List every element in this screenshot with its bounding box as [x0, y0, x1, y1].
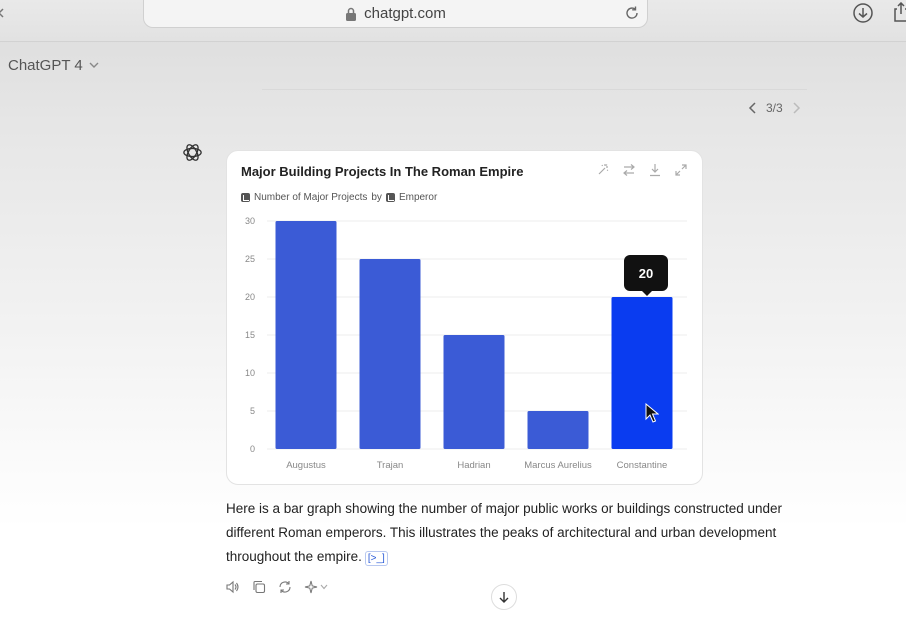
chart-subtitle: Number of Major Projects by Emperor: [241, 192, 437, 203]
read-aloud-icon[interactable]: [226, 580, 240, 594]
x-tick-label: Augustus: [286, 460, 326, 471]
copy-icon[interactable]: [252, 580, 266, 594]
subtitle-measure: Number of Major Projects: [254, 192, 368, 203]
x-tick-label: Constantine: [617, 460, 668, 471]
subtitle-dimension: Emperor: [398, 192, 438, 203]
model-selector[interactable]: ChatGPT 4: [8, 57, 99, 74]
message-actions: [226, 580, 328, 594]
y-tick-label: 30: [245, 216, 255, 226]
subtitle-by: by: [371, 192, 382, 203]
url-text: chatgpt.com: [364, 5, 446, 22]
y-tick-label: 10: [245, 368, 255, 378]
assistant-message: Here is a bar graph showing the number o…: [226, 497, 796, 569]
chevron-down-icon: [89, 62, 99, 68]
sparkle-icon[interactable]: [304, 580, 318, 594]
bar-marcus-aurelius[interactable]: [527, 411, 589, 449]
bar-chart: 0 5 10 15 20 25 30 Augustus Trajan Hadrian Marcus …: [245, 216, 687, 471]
regenerate-icon[interactable]: [278, 580, 292, 594]
y-tick-label: 15: [245, 330, 255, 340]
download-chart-icon[interactable]: [648, 163, 662, 177]
chevron-down-icon[interactable]: [320, 584, 328, 590]
bar-constantine[interactable]: [611, 297, 673, 449]
chart-toolbar: [596, 163, 688, 177]
bar-trajan[interactable]: [359, 259, 421, 449]
y-tick-label: 0: [250, 444, 255, 454]
back-icon[interactable]: [0, 8, 4, 18]
magic-wand-icon[interactable]: [596, 163, 610, 177]
x-tick-label: Trajan: [377, 460, 404, 471]
expand-icon[interactable]: [674, 163, 688, 177]
pager-label: 3/3: [766, 101, 783, 115]
chart-title: Major Building Projects In The Roman Emp…: [241, 164, 524, 179]
chatgpt-logo-icon: [183, 144, 202, 161]
bar-hadrian[interactable]: [443, 335, 505, 449]
x-tick-label: Hadrian: [457, 460, 490, 471]
code-citation[interactable]: [>_]: [364, 551, 388, 566]
lock-icon: [346, 7, 357, 21]
reload-icon[interactable]: [623, 4, 641, 22]
chevron-right-icon[interactable]: [791, 102, 801, 114]
bar-augustus[interactable]: [275, 221, 337, 449]
bar-tooltip: 20: [624, 255, 668, 296]
download-icon[interactable]: [852, 2, 874, 24]
chevron-left-icon[interactable]: [748, 102, 758, 114]
browser-top-bar: chatgpt.com: [0, 0, 906, 42]
divider: [262, 89, 807, 90]
response-pager: 3/3: [748, 101, 801, 115]
share-icon[interactable]: [894, 2, 906, 22]
model-label: ChatGPT 4: [8, 57, 83, 74]
switch-icon[interactable]: [622, 163, 636, 177]
chart-card: Major Building Projects In The Roman Emp…: [226, 150, 703, 485]
answer-text: Here is a bar graph showing the number o…: [226, 501, 783, 564]
dimension-chip-icon: [385, 193, 395, 202]
y-tick-label: 20: [245, 292, 255, 302]
x-tick-label: Marcus Aurelius: [524, 460, 592, 471]
y-tick-label: 25: [245, 254, 255, 264]
scroll-down-button[interactable]: [491, 584, 517, 610]
address-bar[interactable]: chatgpt.com: [143, 0, 648, 28]
arrow-down-icon: [499, 592, 509, 603]
y-tick-label: 5: [250, 406, 255, 416]
measure-chip-icon: [241, 193, 250, 202]
mouse-cursor-icon: [645, 403, 659, 423]
